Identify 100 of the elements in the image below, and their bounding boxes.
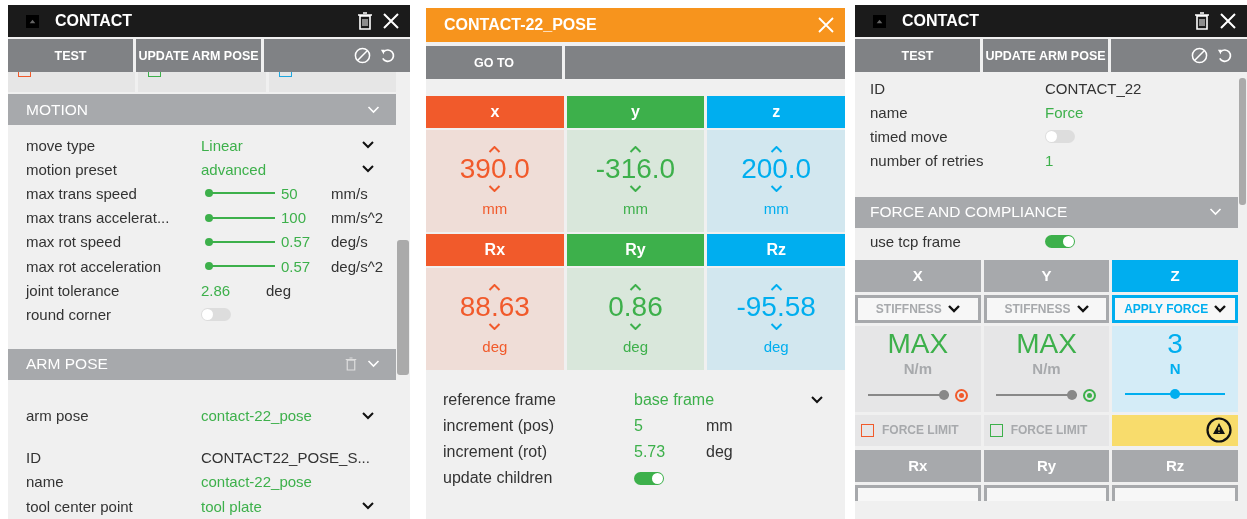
field-label: increment (pos) <box>443 417 556 435</box>
checkbox[interactable] <box>989 423 1003 437</box>
slider[interactable] <box>996 390 1078 401</box>
target-icon[interactable] <box>954 388 968 402</box>
slider[interactable] <box>205 212 275 223</box>
checkbox[interactable] <box>148 72 162 77</box>
axis-tab[interactable]: Y <box>983 259 1110 292</box>
section-header[interactable]: FORCE AND COMPLIANCE <box>855 196 1238 228</box>
field-label: tool center point <box>26 497 134 515</box>
field-label: max rot speed <box>26 233 123 251</box>
number-value[interactable]: 2.86 <box>201 281 266 299</box>
dropdown-value[interactable]: contact-22_pose <box>201 407 362 425</box>
caret-down-icon[interactable] <box>769 184 783 192</box>
field-value[interactable]: contact-22_pose <box>201 473 396 491</box>
unit-label: N <box>1169 359 1181 377</box>
caret-down-icon[interactable] <box>629 322 642 330</box>
dropdown-value[interactable]: base frame <box>634 391 811 409</box>
axis-value[interactable]: 390.0 <box>459 152 530 185</box>
chevron-down-icon[interactable] <box>811 396 823 404</box>
mode-dropdown[interactable] <box>983 484 1110 501</box>
action-button[interactable]: TEST <box>8 39 133 72</box>
go-to-button[interactable]: GO TO <box>426 46 562 79</box>
axis-value[interactable]: 200.0 <box>741 152 812 185</box>
mode-dropdown[interactable]: STIFFNESS <box>983 294 1110 323</box>
target-icon[interactable] <box>1083 388 1097 402</box>
mode-dropdown[interactable]: STIFFNESS <box>855 294 981 323</box>
slider[interactable] <box>205 236 275 247</box>
panel-title: CONTACT <box>902 12 981 30</box>
field-label: use tcp frame <box>870 233 962 251</box>
caret-down-icon[interactable] <box>629 184 642 192</box>
axis-value[interactable]: 88.63 <box>459 290 530 323</box>
caret-down-icon[interactable] <box>488 322 502 330</box>
disable-icon[interactable] <box>354 47 371 64</box>
scrollbar-thumb[interactable] <box>1239 78 1246 205</box>
axis-tab[interactable]: Z <box>1112 259 1238 292</box>
force-limit-checkbox[interactable]: FORCE LIMIT <box>983 414 1110 446</box>
caret-up-icon[interactable] <box>769 145 783 153</box>
number-value[interactable]: 5.73 <box>634 443 706 461</box>
warning-icon[interactable] <box>1206 417 1232 444</box>
close-icon[interactable] <box>1219 12 1237 30</box>
close-icon[interactable] <box>382 12 400 30</box>
dropdown-value[interactable]: advanced <box>201 160 362 178</box>
action-button[interactable]: UPDATE ARM POSE <box>983 39 1108 72</box>
slider[interactable] <box>867 390 949 401</box>
action-button[interactable]: UPDATE ARM POSE <box>136 39 261 72</box>
undo-icon[interactable] <box>1216 47 1233 64</box>
slider[interactable] <box>205 188 275 199</box>
panel-title: CONTACT-22_POSE <box>444 16 598 34</box>
axis-setting-reading[interactable]: MAX <box>887 327 949 360</box>
axis-tab[interactable]: Rx <box>855 449 981 482</box>
slider[interactable] <box>205 261 275 272</box>
number-value[interactable]: 5 <box>634 417 706 435</box>
mode-dropdown[interactable] <box>855 484 981 501</box>
force-limit-checkbox[interactable]: FORCE LIMIT <box>855 414 981 446</box>
chevron-down-icon[interactable] <box>362 502 374 511</box>
caret-down-icon[interactable] <box>488 184 502 192</box>
unit-label: deg <box>706 443 733 461</box>
toggle-switch[interactable] <box>1045 235 1075 249</box>
axis-value[interactable]: -95.58 <box>736 290 816 323</box>
scrollbar-thumb[interactable] <box>397 240 409 375</box>
unit-label: deg <box>266 281 292 299</box>
caret-up-icon[interactable] <box>488 283 502 291</box>
mode-dropdown[interactable]: APPLY FORCE <box>1112 294 1238 323</box>
unit-label: N/m <box>903 359 932 377</box>
toggle-switch[interactable] <box>201 307 231 321</box>
axis-value[interactable]: 0.86 <box>608 290 663 323</box>
field-value[interactable]: Force <box>1045 103 1238 121</box>
axis-tab[interactable]: Rz <box>1112 449 1238 482</box>
caret-up-icon[interactable] <box>629 283 642 291</box>
caret-down-icon[interactable] <box>769 322 783 330</box>
mode-dropdown[interactable] <box>1112 484 1238 501</box>
chevron-down-icon[interactable] <box>362 141 374 150</box>
undo-icon[interactable] <box>379 47 396 64</box>
axis-setting-reading[interactable]: 3 <box>1167 327 1183 360</box>
chevron-down-icon[interactable] <box>362 411 374 420</box>
slider[interactable] <box>1125 388 1226 399</box>
toggle-switch[interactable] <box>634 471 664 485</box>
field-label: ID <box>870 79 886 97</box>
caret-up-icon[interactable] <box>769 283 783 291</box>
action-button[interactable]: TEST <box>855 39 980 72</box>
caret-up-icon[interactable] <box>629 145 642 153</box>
checkbox[interactable] <box>861 423 874 437</box>
checkbox[interactable] <box>278 72 292 77</box>
unit-label: mm <box>482 199 508 217</box>
section-header[interactable]: MOTION <box>8 94 396 125</box>
dropdown-value[interactable]: Linear <box>201 136 362 154</box>
axis-tab[interactable]: Ry <box>983 449 1110 482</box>
field-label: reference frame <box>443 391 557 409</box>
checkbox[interactable] <box>18 72 31 77</box>
toggle-switch[interactable] <box>1045 129 1075 143</box>
axis-value[interactable]: -316.0 <box>595 152 676 185</box>
caret-up-icon[interactable] <box>488 145 502 153</box>
axis-tab[interactable]: X <box>855 259 981 292</box>
unit-label: deg/s^2 <box>331 257 384 275</box>
unit-label: N/m <box>1032 359 1061 377</box>
chevron-down-icon[interactable] <box>362 165 374 174</box>
disable-icon[interactable] <box>1191 47 1208 64</box>
axis-setting-reading[interactable]: MAX <box>1016 327 1077 360</box>
field-value[interactable]: tool plate <box>201 497 362 515</box>
field-value[interactable]: 1 <box>1045 152 1238 170</box>
